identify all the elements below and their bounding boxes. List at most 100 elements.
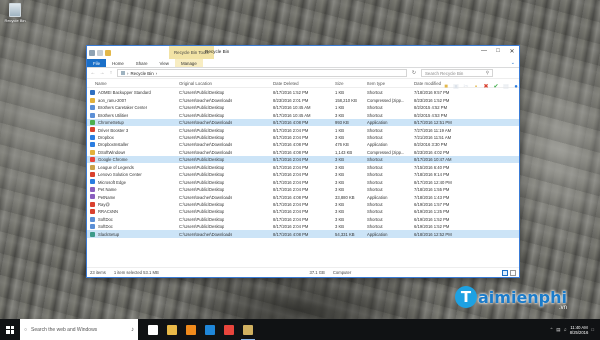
file-size: 3 KB	[335, 112, 345, 118]
desktop-recycle-bin[interactable]: Recycle Bin	[4, 3, 26, 23]
start-button[interactable]	[0, 319, 20, 340]
tab-share[interactable]: Share	[130, 59, 154, 67]
microphone-icon[interactable]: ♪	[131, 327, 134, 333]
file-row[interactable]: Ray@ C:\Users\Public\Desktop 8/17/2016 2:0…	[87, 201, 519, 208]
taskbar-app-explorer-window-icon[interactable]	[241, 324, 255, 340]
path-field[interactable]: › Recycle Bin ›	[117, 69, 407, 77]
file-row[interactable]: DSoftWindows C:\Users\teacher\Downloads 8/…	[87, 149, 519, 156]
large-icons-view-button[interactable]	[509, 269, 516, 276]
file-row[interactable]: ChromeSetup C:\Users\teacher\Downloads 8/1…	[87, 118, 519, 127]
network-icon[interactable]: ▤	[556, 327, 560, 333]
file-date-modified: 8/23/2016 1:52 PM	[414, 97, 450, 103]
clock[interactable]: 11:40 AM 8/25/2016	[570, 325, 589, 335]
file-date-deleted: 8/17/2016 10:45 AM	[273, 105, 311, 111]
file-name: Brothers Caretaker Center	[98, 105, 148, 111]
tab-file[interactable]: File	[87, 59, 107, 67]
details-view-button[interactable]	[501, 269, 508, 276]
file-type: Shortcut	[367, 105, 383, 111]
taskbar-app-windows-store-icon[interactable]	[205, 324, 215, 335]
file-row[interactable]: RRACsNN C:\Users\Public\Desktop 8/17/2016 …	[87, 208, 519, 215]
explorer-window: Recycle Bin Tools Recycle Bin — □ ✕ File…	[86, 45, 520, 278]
file-name: Google Chrome	[98, 157, 128, 163]
copy-icon[interactable]: ▣	[453, 84, 459, 90]
file-date-deleted: 8/17/2016 2:04 PM	[273, 157, 309, 163]
close-button[interactable]: ✕	[505, 46, 519, 56]
taskbar-app-chrome-icon[interactable]	[224, 324, 234, 335]
file-size: 1 KB	[335, 90, 345, 96]
file-row[interactable]: SoftDoc C:\Users\Public\Desktop 8/17/2016 …	[87, 223, 519, 230]
column-date-modified[interactable]: Date modified	[414, 81, 441, 86]
status-bar: 23 items 1 item selected 53.1 MB 37.1 GB…	[87, 267, 519, 277]
back-button[interactable]: ←	[90, 70, 96, 76]
file-icon	[90, 90, 95, 96]
column-original-location[interactable]: Original Location	[179, 81, 212, 86]
column-size[interactable]: Size	[335, 81, 344, 86]
file-row[interactable]: DropboxInstaller C:\Users\teacher\Downloa…	[87, 141, 519, 148]
file-row[interactable]: Brothers Utilities C:\Users\Public\Deskto…	[87, 111, 519, 118]
column-date-deleted[interactable]: Date Deleted	[273, 81, 299, 86]
file-row[interactable]: Google Chrome C:\Users\Public\Desktop 8/17…	[87, 155, 519, 164]
file-row[interactable]: League of Legends C:\Users\Public\Desktop…	[87, 163, 519, 170]
file-row[interactable]: Microsoft Edge C:\Users\Public\Desktop 8/1…	[87, 178, 519, 185]
volume-icon[interactable]: ♫	[563, 327, 566, 332]
file-date-deleted: 8/17/2016 2:04 PM	[273, 179, 309, 185]
tray-chevron-icon[interactable]: ⌃	[550, 327, 554, 333]
address-bar: ← → ↑ › Recycle Bin › ↻ Search Recycle B…	[87, 68, 519, 79]
file-icon	[90, 157, 95, 163]
forward-button[interactable]: →	[99, 70, 105, 76]
taskbar-search-input[interactable]: ○ Search the web and Windows ♪	[20, 319, 138, 340]
folder-icon[interactable]: ■	[443, 84, 449, 90]
refresh-button[interactable]: ↻	[410, 70, 418, 76]
quick-access-folder-icon[interactable]	[105, 49, 111, 56]
windows-logo-icon	[6, 325, 14, 334]
view-toggles	[501, 269, 516, 276]
file-row[interactable]: SlackSetup C:\Users\teacher\Downloads 8/17…	[87, 230, 519, 238]
taskbar-app-vlc-icon[interactable]	[186, 324, 196, 335]
file-original-location: C:\Users\Public\Desktop	[179, 90, 225, 96]
delete-icon[interactable]: ✖	[483, 84, 489, 90]
quick-access-properties-icon[interactable]	[97, 49, 103, 56]
file-type: Application	[367, 194, 388, 200]
taskbar-app-file-explorer-icon[interactable]	[167, 324, 177, 335]
taskbar-app-task-view-icon[interactable]	[148, 324, 158, 335]
file-row[interactable]: Driver Booster 3 C:\Users\Public\Desktop 8…	[87, 126, 519, 133]
up-button[interactable]: ↑	[108, 70, 114, 76]
notifications-icon[interactable]: □	[591, 327, 594, 332]
file-date-modified: 8/2/2016 3:30 PM	[414, 142, 448, 148]
file-date-deleted: 8/17/2016 1:52 PM	[273, 90, 309, 96]
file-original-location: C:\Users\Public\Desktop	[179, 135, 225, 141]
ribbon-expand-icon[interactable]: ⌄	[511, 59, 519, 67]
file-date-modified: 8/2/2015 4:52 PM	[414, 105, 448, 111]
file-rows: AOMEI Backupper Standard C:\Users\Public\…	[87, 89, 519, 238]
column-item-type[interactable]: Item type	[367, 81, 385, 86]
tab-manage[interactable]: Manage	[174, 59, 203, 67]
search-input[interactable]: Search Recycle Bin ⚲	[421, 69, 493, 77]
tab-view[interactable]: View	[154, 59, 175, 67]
file-icon	[90, 231, 95, 237]
file-row[interactable]: Dropbox C:\Users\Public\Desktop 8/17/2016 …	[87, 134, 519, 141]
column-name[interactable]: Name	[95, 81, 107, 86]
maximize-button[interactable]: □	[491, 46, 505, 56]
file-icon	[90, 164, 95, 170]
file-size: 3 KB	[335, 157, 345, 163]
file-date-deleted: 8/17/2016 2:04 PM	[273, 216, 309, 222]
paste-icon[interactable]: ▪	[473, 84, 479, 90]
file-date-deleted: 8/17/2016 4:08 PM	[273, 194, 309, 200]
cut-icon[interactable]: ✂	[463, 84, 469, 90]
file-row[interactable]: Pet Name C:\Users\Public\Desktop 8/17/2016…	[87, 186, 519, 193]
globe-icon[interactable]: ●	[513, 84, 519, 90]
file-row[interactable]: AOMEI Backupper Standard C:\Users\Public\…	[87, 89, 519, 96]
tab-home[interactable]: Home	[106, 59, 130, 67]
file-row[interactable]: PetName C:\Users\teacher\Downloads 8/17/20…	[87, 193, 519, 200]
file-row[interactable]: Brothers Caretaker Center C:\Users\Public…	[87, 104, 519, 111]
file-icon	[90, 216, 95, 222]
watermark-t-icon: T	[455, 286, 477, 308]
check-icon[interactable]: ✔	[493, 84, 499, 90]
minimize-button[interactable]: —	[477, 46, 491, 56]
properties-icon[interactable]: ▤	[503, 84, 509, 90]
file-row[interactable]: SoftDoc C:\Users\Public\Desktop 8/17/2016 …	[87, 215, 519, 222]
file-row[interactable]: Lenovo Solution Center C:\Users\Public\De…	[87, 171, 519, 178]
file-name: aon_ranu-2007	[98, 97, 127, 103]
file-row[interactable]: aon_ranu-2007 C:\Users\teacher\Downloads 8…	[87, 96, 519, 103]
watermark-text: aimienphi	[478, 287, 568, 307]
